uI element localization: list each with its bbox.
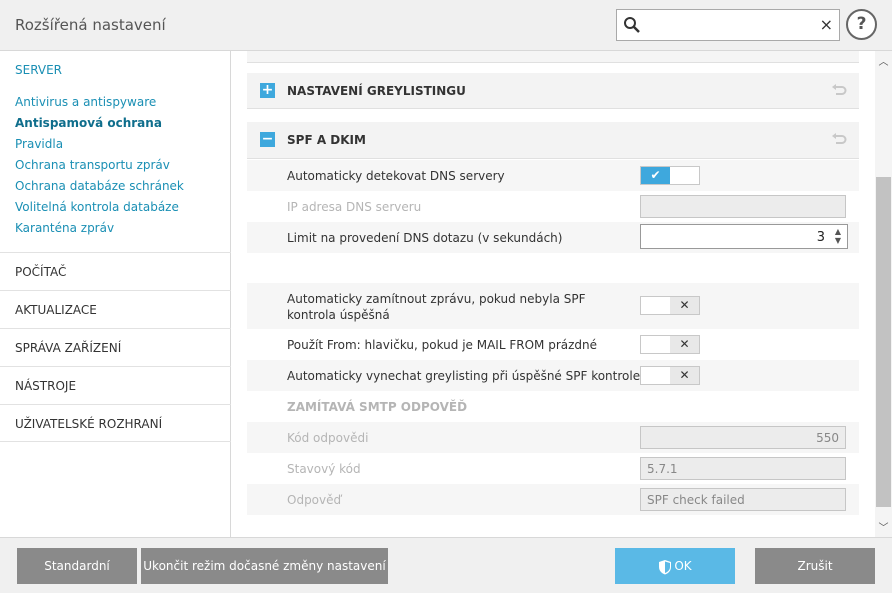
section-title: NASTAVENÍ GREYLISTINGU	[287, 84, 466, 98]
setting-row-use-from: Použít From: hlavičku, pokud je MAIL FRO…	[247, 329, 859, 360]
sidebar-item-mailbox-db[interactable]: Ochrana databáze schránek	[15, 179, 184, 193]
scrollbar-thumb[interactable]	[876, 177, 891, 507]
search-box[interactable]: ×	[616, 9, 840, 41]
shield-icon	[659, 559, 672, 574]
setting-label: Automaticky vynechat greylisting při úsp…	[287, 369, 641, 383]
reset-icon[interactable]	[831, 83, 847, 97]
reply-code-field: 550	[640, 426, 846, 449]
scroll-down-icon[interactable]: ﹀	[875, 519, 892, 535]
use-from-toggle[interactable]: ✕	[640, 335, 700, 354]
setting-label: Stavový kód	[287, 462, 361, 476]
default-button[interactable]: Standardní	[17, 548, 137, 584]
dns-limit-stepper[interactable]: 3 ▲ ▼	[640, 224, 848, 249]
setting-row-smtp-header: ZAMÍTAVÁ SMTP ODPOVĚĎ	[247, 391, 859, 422]
title-bar: Rozšířená nastavení × ?	[0, 0, 892, 51]
reset-icon[interactable]	[831, 132, 847, 146]
sidebar-category-devices[interactable]: SPRÁVA ZAŘÍZENÍ	[0, 328, 231, 366]
divider	[247, 51, 859, 63]
skip-greylisting-toggle[interactable]: ✕	[640, 366, 700, 385]
check-icon: ✔	[641, 167, 670, 184]
setting-label: Automaticky zamítnout zprávu, pokud neby…	[287, 292, 586, 322]
sidebar-category-computer[interactable]: POČÍTAČ	[0, 252, 231, 290]
stepper-value: 3	[816, 230, 825, 245]
help-button[interactable]: ?	[846, 9, 877, 40]
sidebar-item-antivirus[interactable]: Antivirus a antispyware	[15, 95, 156, 109]
sidebar-item-quarantine[interactable]: Karanténa zpráv	[15, 221, 114, 235]
setting-row-dns-ip: IP adresa DNS serveru	[247, 191, 859, 222]
sidebar-category-tools[interactable]: NÁSTROJE	[0, 366, 231, 404]
setting-row-auto-detect-dns: Automaticky detekovat DNS servery ✔	[247, 160, 859, 191]
settings-panel: + NASTAVENÍ GREYLISTINGU − SPF A DKIM Au…	[231, 51, 875, 537]
auto-reject-toggle[interactable]: ✕	[640, 296, 700, 315]
auto-detect-dns-toggle[interactable]: ✔	[640, 166, 700, 185]
setting-label: IP adresa DNS serveru	[287, 200, 422, 214]
setting-row-skip-greylisting: Automaticky vynechat greylisting při úsp…	[247, 360, 859, 391]
window-title: Rozšířená nastavení	[15, 16, 166, 34]
sidebar-item-rules[interactable]: Pravidla	[15, 137, 63, 151]
setting-row-dns-limit: Limit na provedení DNS dotazu (v sekundá…	[247, 222, 859, 253]
sidebar-item-transport[interactable]: Ochrana transportu zpráv	[15, 158, 170, 172]
setting-label: Odpověď	[287, 493, 342, 507]
end-temporary-mode-button[interactable]: Ukončit režim dočasné změny nastavení	[141, 548, 388, 584]
setting-row-auto-reject: Automaticky zamítnout zprávu, pokud neby…	[247, 283, 859, 329]
clear-search-icon[interactable]: ×	[820, 15, 833, 35]
sidebar: SERVER Antivirus a antispyware Antispamo…	[0, 51, 231, 537]
section-spf-dkim[interactable]: − SPF A DKIM	[247, 122, 859, 159]
ok-button[interactable]: OK	[615, 548, 735, 584]
cancel-button[interactable]: Zrušit	[755, 548, 875, 584]
cross-icon: ✕	[670, 297, 699, 314]
spacer-row	[247, 253, 859, 283]
sidebar-section-server[interactable]: SERVER	[0, 63, 62, 77]
cross-icon: ✕	[670, 367, 699, 384]
footer: Standardní Ukončit režim dočasné změny n…	[0, 537, 892, 593]
sidebar-category-update[interactable]: AKTUALIZACE	[0, 290, 231, 328]
status-code-field: 5.7.1	[640, 457, 846, 480]
sidebar-item-antispam[interactable]: Antispamová ochrana	[15, 116, 162, 130]
collapse-icon[interactable]: −	[260, 132, 275, 147]
section-title: SPF A DKIM	[287, 133, 366, 147]
subsection-title: ZAMÍTAVÁ SMTP ODPOVĚĎ	[287, 400, 468, 414]
reply-field: SPF check failed	[640, 488, 846, 511]
expand-icon[interactable]: +	[260, 83, 275, 98]
setting-label: Automaticky detekovat DNS servery	[287, 169, 505, 183]
sidebar-item-optional-db[interactable]: Volitelná kontrola databáze	[15, 200, 179, 214]
setting-row-reply-code: Kód odpovědi 550	[247, 422, 859, 453]
setting-row-status-code: Stavový kód 5.7.1	[247, 453, 859, 484]
setting-label: Kód odpovědi	[287, 431, 369, 445]
vertical-scrollbar[interactable]: ︿ ﹀	[875, 51, 892, 537]
dns-ip-field	[640, 195, 846, 218]
stepper-arrows-icon[interactable]: ▲ ▼	[833, 227, 843, 246]
ok-label: OK	[674, 559, 692, 573]
cross-icon: ✕	[670, 336, 699, 353]
setting-row-reply: Odpověď SPF check failed	[247, 484, 859, 515]
sidebar-category-ui[interactable]: UŽIVATELSKÉ ROZHRANÍ	[0, 404, 231, 442]
scroll-up-icon[interactable]: ︿	[875, 53, 892, 69]
setting-label: Limit na provedení DNS dotazu (v sekundá…	[287, 231, 563, 245]
search-icon	[624, 17, 640, 33]
section-greylisting[interactable]: + NASTAVENÍ GREYLISTINGU	[247, 73, 859, 109]
setting-label: Použít From: hlavičku, pokud je MAIL FRO…	[287, 338, 598, 352]
